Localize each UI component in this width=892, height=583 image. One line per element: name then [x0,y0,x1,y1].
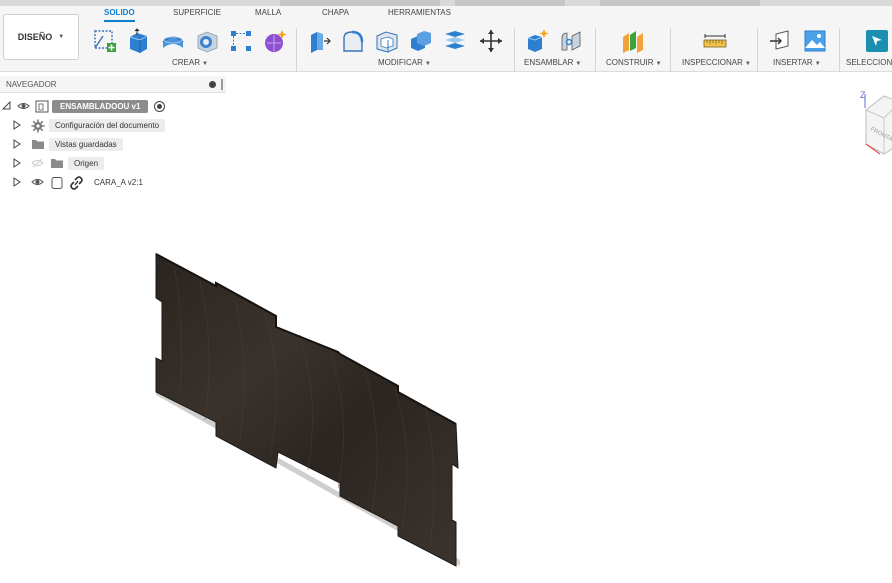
new-component-icon[interactable] [522,26,552,56]
chevron-down-icon: ▼ [655,61,662,67]
design-label: DISEÑO [17,32,53,42]
press-pull-icon[interactable] [304,26,334,56]
group-divider [670,28,671,72]
component-icon [51,177,63,189]
browser-item-label: Configuración del documento [49,119,166,132]
expand-triangle-icon[interactable] [13,158,21,168]
modify-group-label[interactable]: MODIFICAR ▼ [378,58,431,67]
eye-icon[interactable] [17,101,30,111]
assemble-group-label[interactable]: ENSAMBLAR ▼ [524,58,581,67]
create-group-label[interactable]: CREAR ▼ [172,58,208,67]
chevron-down-icon: ▼ [575,61,582,67]
chevron-down-icon: ▼ [424,61,431,67]
navigator-header: NAVEGADOR [0,76,226,93]
activate-radio[interactable] [154,101,165,112]
browser-item-cara-a[interactable]: CARA_A v2:1 [0,174,226,191]
navigator-resize-handle[interactable] [221,79,223,90]
folder-icon [32,140,44,149]
assembly-document-icon [35,100,49,113]
link-icon [70,176,83,190]
move-icon[interactable] [476,26,506,56]
group-divider [595,28,596,72]
tab-solido[interactable]: SOLIDO [104,6,135,22]
group-divider [514,28,515,72]
browser-root-row[interactable]: ENSAMBLADOOU v1 [0,98,226,115]
design-workspace-button[interactable]: DISEÑO ▼ [3,14,79,60]
browser-item-label: Origen [68,157,105,170]
select-icon[interactable] [862,26,892,56]
insert-group-label[interactable]: INSERTAR ▼ [773,58,821,67]
3d-viewport[interactable] [0,195,892,583]
eye-icon[interactable] [31,177,44,187]
offset-plane-icon[interactable] [618,26,648,56]
group-divider [839,28,840,72]
group-divider [757,28,758,72]
tab-chapa[interactable]: CHAPA [322,6,349,22]
expand-triangle-icon[interactable] [13,139,21,149]
tab-superficie[interactable]: SUPERFICIE [173,6,221,22]
expand-triangle-icon[interactable] [13,177,21,187]
browser-root-label: ENSAMBLADOOU v1 [52,100,149,113]
fusion-window: DISEÑO ▼ SOLIDO SUPERFICIE MALLA CHAPA H… [0,0,892,583]
viewcube[interactable]: Z FRONTAL [850,84,892,164]
folder-icon [51,159,63,168]
navigator-title: NAVEGADOR [6,80,57,89]
tab-malla[interactable]: MALLA [255,6,281,22]
browser-item-label: CARA_A v2:1 [94,178,143,187]
insert-derive-icon[interactable] [766,26,796,56]
rectangular-pattern-icon[interactable] [226,26,256,56]
ribbon-toolbar: DISEÑO ▼ SOLIDO SUPERFICIE MALLA CHAPA H… [0,6,892,72]
construct-group-label[interactable]: CONSTRUIR ▼ [606,58,662,67]
shell-icon[interactable] [372,26,402,56]
group-divider [296,28,297,72]
measure-icon[interactable] [700,26,730,56]
chevron-down-icon: ▼ [744,61,751,67]
wooden-board-body[interactable] [155,253,459,567]
browser-item-label: Vistas guardadas [49,138,123,151]
tab-herramientas[interactable]: HERRAMIENTAS [388,6,451,22]
revolve-icon[interactable] [158,26,188,56]
expand-triangle-icon[interactable] [13,120,21,130]
browser-item-saved-views[interactable]: Vistas guardadas [0,136,226,153]
extrude-icon[interactable] [123,26,153,56]
hole-icon[interactable] [192,26,222,56]
navigator-collapse-button[interactable] [209,81,216,88]
select-group-label[interactable]: SELECCIONAR [846,58,892,67]
chevron-down-icon: ▼ [58,34,65,40]
insert-canvas-icon[interactable] [800,26,830,56]
chevron-down-icon: ▼ [814,61,821,67]
split-body-icon[interactable] [440,26,470,56]
create-form-icon[interactable] [260,26,290,56]
eye-hidden-icon[interactable] [31,158,44,168]
joint-icon[interactable] [556,26,586,56]
collapse-triangle-icon[interactable] [2,101,11,110]
inspect-group-label[interactable]: INSPECCIONAR ▼ [682,58,751,67]
browser-item-document-settings[interactable]: Configuración del documento [0,117,226,134]
fillet-icon[interactable] [338,26,368,56]
chevron-down-icon: ▼ [202,61,208,67]
gear-icon [31,119,45,133]
combine-icon[interactable] [406,26,436,56]
create-sketch-icon[interactable] [90,26,120,56]
browser-item-origin[interactable]: Origen [0,155,226,172]
